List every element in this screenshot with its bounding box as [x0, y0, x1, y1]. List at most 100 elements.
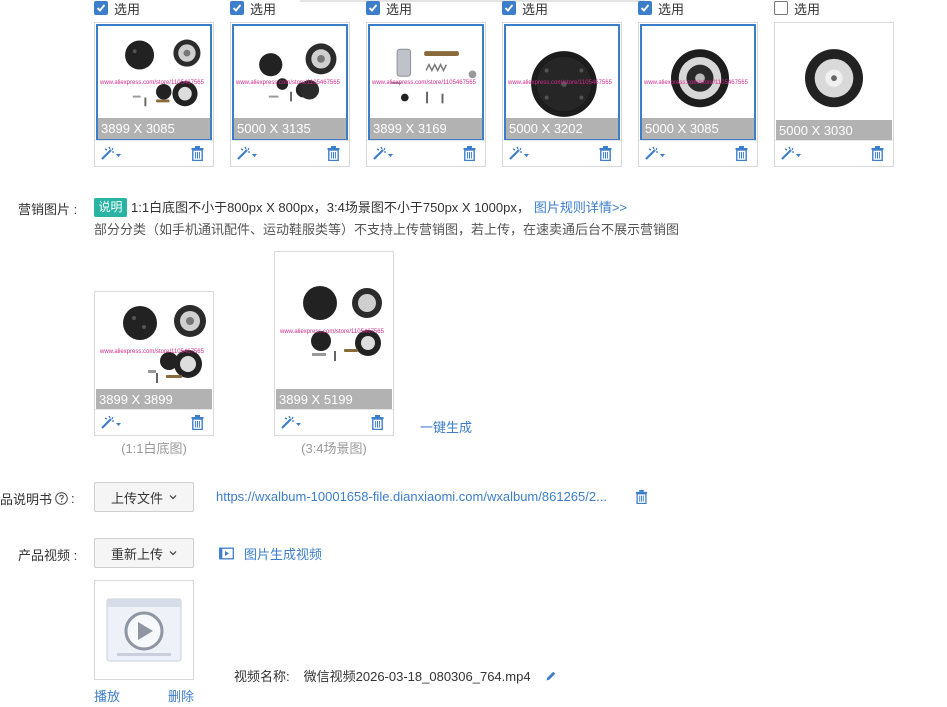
select-checkbox-row[interactable]: 选用	[230, 0, 277, 17]
upload-file-button[interactable]: 上传文件	[94, 482, 194, 512]
product-image: www.aliexpress.com/store/1105467565 3899 …	[96, 24, 212, 141]
watermark-text: www.aliexpress.com/store/1105467565	[644, 80, 748, 86]
image-tools	[275, 409, 393, 435]
image-tools	[639, 140, 757, 166]
select-checkbox[interactable]	[774, 1, 788, 15]
select-label: 选用	[114, 1, 141, 17]
edit-pencil-icon[interactable]	[545, 670, 557, 682]
delete-manual-icon[interactable]	[635, 490, 648, 504]
image-size: 3899 X 5199	[276, 389, 392, 410]
magic-wand-icon[interactable]	[236, 146, 258, 161]
select-checkbox[interactable]	[94, 1, 108, 15]
colon: :	[71, 491, 75, 506]
product-image: www.aliexpress.com/store/1105467565 5000 …	[232, 24, 348, 141]
info-badge: 说明	[94, 198, 127, 217]
image-size: 3899 X 3085	[98, 118, 210, 139]
select-label: 选用	[522, 1, 549, 17]
product-image: www.aliexpress.com/store/1105467565 3899 …	[368, 24, 484, 141]
help-icon[interactable]	[55, 492, 68, 505]
top-divider	[300, 0, 645, 2]
image-to-video-link[interactable]: 图片生成视频	[219, 544, 322, 563]
portrait-caption: (3:4场景图)	[301, 441, 367, 456]
select-checkbox[interactable]	[502, 1, 516, 15]
reupload-label: 重新上传	[110, 546, 163, 562]
trash-icon[interactable]	[735, 146, 748, 161]
select-checkbox-row[interactable]: 选用	[502, 0, 549, 17]
image-size: 5000 X 3202	[506, 118, 618, 139]
trash-icon[interactable]	[191, 146, 204, 161]
select-label: 选用	[250, 1, 277, 17]
marketing-label: 营销图片 :	[18, 202, 78, 217]
manual-label: 品说明书 :	[0, 489, 75, 508]
select-checkbox-row[interactable]: 选用	[638, 0, 685, 17]
select-label: 选用	[794, 1, 821, 17]
watermark-text: www.aliexpress.com/store/1105467565	[280, 329, 384, 335]
delete-video-link[interactable]: 删除	[168, 686, 194, 705]
trash-icon[interactable]	[463, 146, 476, 161]
select-label: 选用	[386, 1, 413, 17]
magic-wand-icon[interactable]	[644, 146, 666, 161]
select-checkbox-row[interactable]: 选用	[774, 0, 821, 17]
image-tools	[503, 140, 621, 166]
square-image-card[interactable]: www.aliexpress.com/store/1105467565 3899…	[94, 291, 214, 436]
watermark-text: www.aliexpress.com/store/1105467565	[100, 80, 204, 86]
magic-wand-icon[interactable]	[508, 146, 530, 161]
video-play-icon	[106, 598, 182, 662]
watermark-text: www.aliexpress.com/store/1105467565	[236, 80, 340, 86]
product-image-card[interactable]: www.aliexpress.com/store/1105467565 5000 …	[502, 22, 622, 167]
image-tools	[231, 140, 349, 166]
marketing-rule: 1:1白底图不小于800px X 800px，3:4场景图不小于750px X …	[131, 197, 627, 216]
square-image: www.aliexpress.com/store/1105467565 3899…	[96, 293, 212, 410]
video-name-label: 视频名称:	[234, 669, 290, 684]
image-tools	[367, 140, 485, 166]
image-tools	[95, 140, 213, 166]
marketing-note: 部分分类（如手机通讯配件、运动鞋服类等）不支持上传营销图，若上传，在速卖通后台不…	[94, 222, 680, 237]
image-size: 5000 X 3135	[234, 118, 346, 139]
image-size: 5000 X 3030	[776, 120, 892, 141]
watermark-text: www.aliexpress.com/store/1105467565	[372, 80, 476, 86]
trash-icon[interactable]	[871, 146, 884, 161]
image-tools	[95, 409, 213, 435]
select-label: 选用	[658, 1, 685, 17]
product-image-card[interactable]: www.aliexpress.com/store/1105467565 3899 …	[94, 22, 214, 167]
select-checkbox-row[interactable]: 选用	[366, 0, 413, 17]
rule-detail-link[interactable]: 图片规则详情>>	[534, 200, 627, 215]
trash-icon[interactable]	[599, 146, 612, 161]
watermark-text: www.aliexpress.com/store/1105467565	[100, 349, 204, 355]
product-image-card[interactable]: 5000 X 3030	[774, 22, 894, 167]
trash-icon[interactable]	[191, 415, 204, 430]
trash-icon[interactable]	[371, 415, 384, 430]
product-image-card[interactable]: www.aliexpress.com/store/1105467565 5000 …	[230, 22, 350, 167]
select-checkbox-row[interactable]: 选用	[94, 0, 141, 17]
magic-wand-icon[interactable]	[780, 146, 802, 161]
magic-wand-icon[interactable]	[100, 146, 122, 161]
portrait-image-card[interactable]: www.aliexpress.com/store/1105467565 3899…	[274, 251, 394, 436]
video-label: 产品视频 :	[18, 548, 78, 563]
manual-label-text: 品说明书	[0, 492, 53, 507]
reupload-button[interactable]: 重新上传	[94, 538, 194, 568]
select-checkbox[interactable]	[230, 1, 244, 15]
select-checkbox[interactable]	[366, 1, 380, 15]
square-caption: (1:1白底图)	[121, 441, 187, 456]
play-link[interactable]: 播放	[94, 686, 120, 705]
product-image-card[interactable]: www.aliexpress.com/store/1105467565 3899 …	[366, 22, 486, 167]
watermark-text: www.aliexpress.com/store/1105467565	[508, 80, 612, 86]
video-thumbnail[interactable]	[94, 580, 194, 680]
magic-wand-icon[interactable]	[100, 415, 122, 430]
image-tools	[775, 140, 893, 166]
image-to-video-label: 图片生成视频	[244, 547, 323, 562]
product-image: www.aliexpress.com/store/1105467565 5000 …	[504, 24, 620, 141]
image-size: 3899 X 3899	[96, 389, 212, 410]
image-size: 5000 X 3085	[642, 118, 754, 139]
product-image: 5000 X 3030	[776, 24, 892, 141]
one-click-generate-link[interactable]: 一键生成	[420, 417, 472, 436]
magic-wand-icon[interactable]	[280, 415, 302, 430]
select-checkbox[interactable]	[638, 1, 652, 15]
product-image-card[interactable]: www.aliexpress.com/store/1105467565 5000 …	[638, 22, 758, 167]
chevron-down-icon	[169, 495, 177, 500]
product-image: www.aliexpress.com/store/1105467565 5000 …	[640, 24, 756, 141]
magic-wand-icon[interactable]	[372, 146, 394, 161]
video-name-row: 视频名称: 微信视频2026-03-18_080306_764.mp4	[234, 666, 557, 685]
manual-url-link[interactable]: https://wxalbum-10001658-file.dianxiaomi…	[216, 489, 607, 504]
trash-icon[interactable]	[327, 146, 340, 161]
